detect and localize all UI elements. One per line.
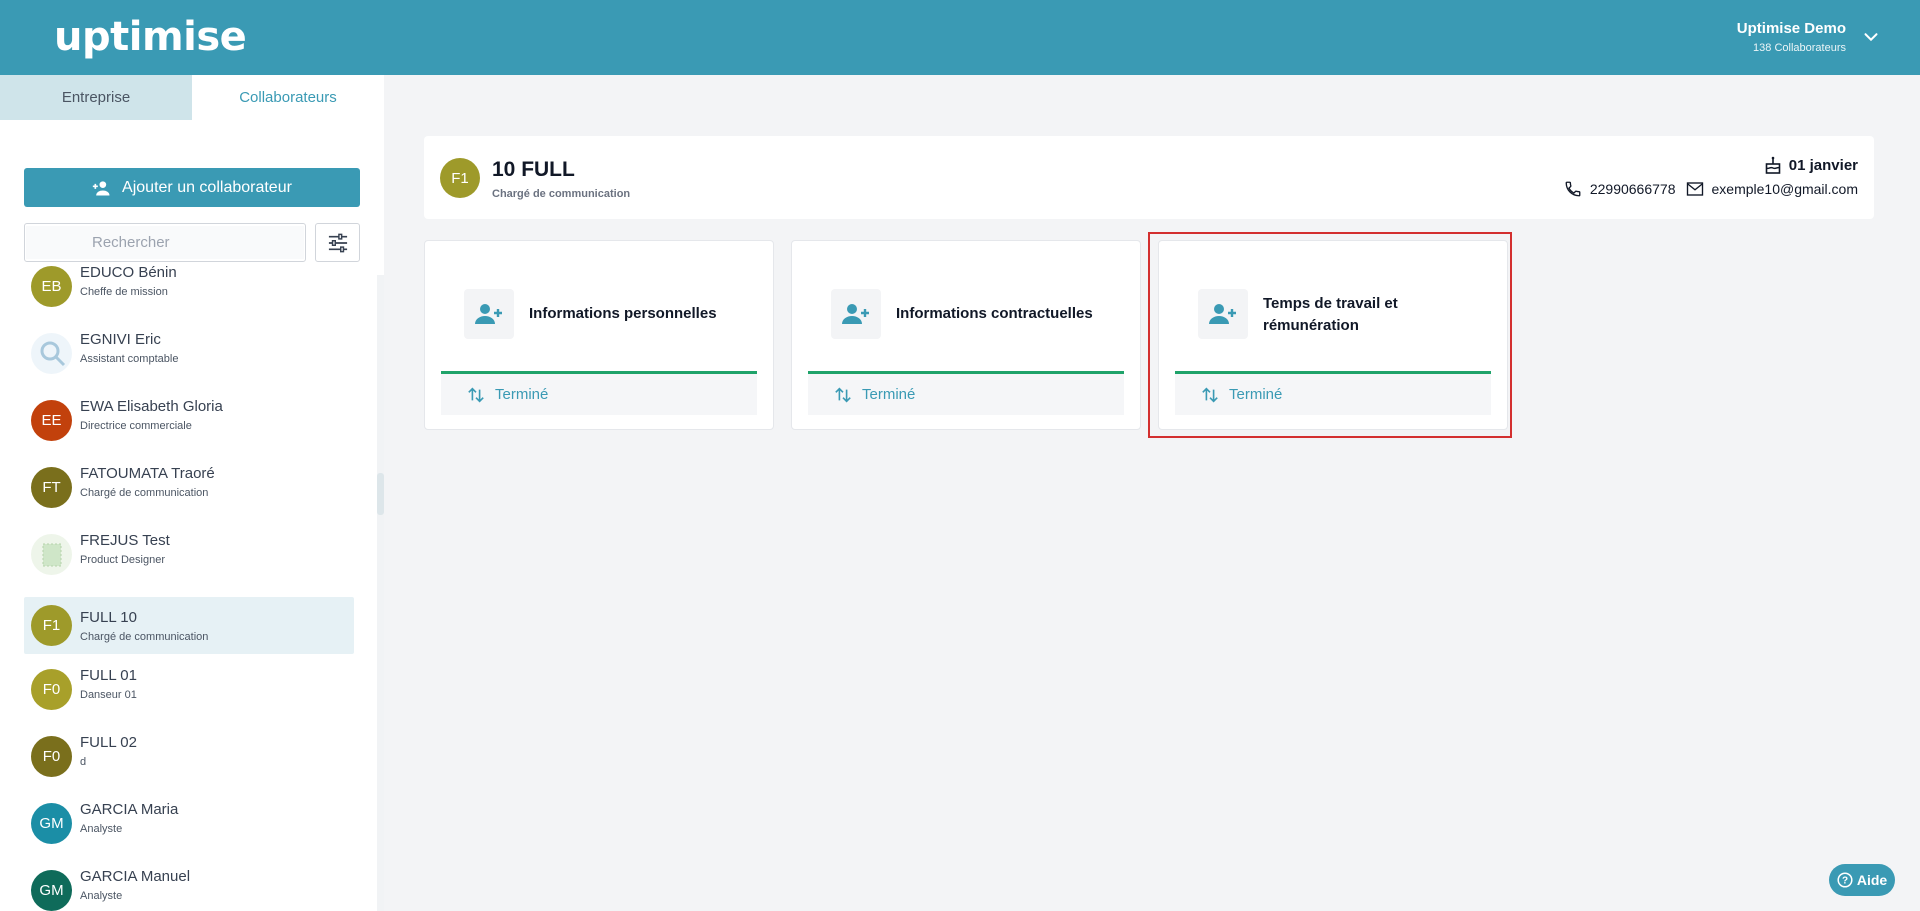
highlight-box (1148, 232, 1512, 438)
help-button[interactable]: ? Aide (1829, 864, 1895, 896)
collaborator-name: FULL 01 (80, 667, 137, 684)
search-box (24, 223, 306, 262)
phone-icon (1565, 181, 1581, 197)
list-item[interactable]: F0 FULL 02 d (24, 731, 354, 798)
contact-info: 22990666778 exemple10@gmail.com (1564, 180, 1858, 198)
help-label: Aide (1856, 872, 1888, 888)
account-switcher[interactable]: Uptimise Demo 138 Collaborateurs (1737, 20, 1846, 54)
status-label: Terminé (862, 386, 916, 403)
collaborator-name: GARCIA Maria (80, 801, 179, 818)
profile-name: 10 FULL (492, 158, 575, 181)
avatar: F1 (440, 158, 480, 198)
avatar (31, 333, 72, 374)
account-name: Uptimise Demo (1736, 20, 1846, 37)
collaborator-role: Directrice commerciale (80, 420, 192, 432)
sidebar-scrollbar-thumb[interactable] (377, 473, 384, 515)
card-title: Informations contractuelles (896, 305, 1093, 322)
sidebar-tabs: Entreprise Collaborateurs (0, 75, 384, 120)
collaborator-name: FREJUS Test (80, 532, 170, 549)
sort-arrows-icon (468, 387, 484, 402)
avatar: EE (31, 400, 72, 441)
avatar: F1 (31, 605, 72, 646)
list-item[interactable]: FT FATOUMATA Traoré Chargé de communicat… (24, 463, 354, 530)
card-status[interactable]: Terminé (441, 374, 757, 415)
add-user-icon (92, 180, 110, 195)
avatar-photo-icon (42, 543, 61, 566)
collaborator-role: Product Designer (80, 554, 165, 566)
collaborator-role: Analyste (80, 823, 123, 835)
search-input[interactable] (26, 226, 304, 259)
email-address: exemple10@gmail.com (1711, 181, 1859, 197)
account-collaborator-count: 138 Collaborateurs (1753, 42, 1846, 54)
tab-collaborateurs[interactable]: Collaborateurs (192, 75, 384, 120)
help-icon: ? (1837, 872, 1853, 888)
list-item[interactable]: F0 FULL 01 Danseur 01 (24, 664, 354, 731)
sidebar: Entreprise Collaborateurs Ajouter un col… (0, 75, 384, 911)
list-item[interactable]: GM GARCIA Manuel Analyste (24, 865, 354, 911)
app-logo[interactable]: uptimise (54, 14, 247, 60)
svg-text:?: ? (1842, 876, 1848, 887)
list-item[interactable]: EB EDUCO Bénin Cheffe de mission (24, 262, 354, 329)
card-status[interactable]: Terminé (808, 374, 1124, 415)
avatar: F0 (31, 736, 72, 777)
collaborator-name: EGNIVI Eric (80, 331, 161, 348)
avatar: GM (31, 803, 72, 844)
collaborator-role: Chargé de communication (80, 487, 209, 499)
birthday: 01 janvier (1765, 156, 1858, 174)
collaborator-role: Cheffe de mission (80, 286, 168, 298)
collaborator-name: FULL 10 (80, 609, 137, 626)
avatar (31, 534, 72, 575)
card-informations-contractuelles[interactable]: Informations contractuelles Terminé (791, 240, 1141, 430)
avatar: F0 (31, 669, 72, 710)
collaborator-role: d (80, 756, 87, 768)
phone-number: 22990666778 (1589, 181, 1676, 197)
list-item-selected[interactable]: F1 FULL 10 Chargé de communication (24, 597, 354, 654)
add-collaborator-label: Ajouter un collaborateur (122, 178, 292, 196)
add-user-icon (464, 289, 514, 339)
list-item[interactable]: EGNIVI Eric Assistant comptable (24, 329, 354, 396)
collaborator-name: EDUCO Bénin (80, 264, 177, 281)
birthday-date: 01 janvier (1788, 156, 1858, 174)
collaborator-name: FULL 02 (80, 734, 137, 751)
collaborator-list: EB EDUCO Bénin Cheffe de mission EGNIVI … (24, 264, 354, 911)
tab-entreprise[interactable]: Entreprise (0, 75, 192, 120)
status-label: Terminé (495, 386, 549, 403)
avatar: EB (31, 266, 72, 307)
profile-summary: F1 10 FULL Chargé de communication 01 ja… (424, 136, 1874, 219)
collaborator-role: Analyste (80, 890, 123, 902)
top-bar: uptimise Uptimise Demo 138 Collaborateur… (0, 0, 1920, 75)
avatar: GM (31, 870, 72, 911)
email: exemple10@gmail.com (1686, 181, 1859, 197)
collaborator-role: Assistant comptable (80, 353, 179, 365)
collaborator-name: FATOUMATA Traoré (80, 465, 215, 482)
collaborator-role: Chargé de communication (80, 631, 209, 643)
collaborator-name: EWA Elisabeth Gloria (80, 398, 223, 415)
card-informations-personnelles[interactable]: Informations personnelles Terminé (424, 240, 774, 430)
add-user-icon (831, 289, 881, 339)
sidebar-scrollbar[interactable] (377, 275, 384, 911)
mail-icon (1686, 182, 1703, 196)
card-title: Informations personnelles (529, 305, 717, 322)
phone: 22990666778 (1564, 180, 1676, 198)
list-item[interactable]: GM GARCIA Maria Analyste (24, 798, 354, 865)
sort-arrows-icon (835, 387, 851, 402)
cake-icon (1765, 156, 1781, 174)
list-item[interactable]: FREJUS Test Product Designer (24, 530, 354, 597)
collaborator-role: Danseur 01 (80, 689, 137, 701)
add-collaborator-button[interactable]: Ajouter un collaborateur (24, 168, 360, 207)
avatar-photo-icon (40, 341, 65, 366)
chevron-down-icon[interactable] (1860, 26, 1882, 48)
filter-button[interactable] (315, 223, 360, 262)
list-item[interactable]: EE EWA Elisabeth Gloria Directrice comme… (24, 396, 354, 463)
avatar: FT (31, 467, 72, 508)
profile-role: Chargé de communication (492, 188, 631, 200)
sliders-icon (328, 233, 347, 252)
collaborator-name: GARCIA Manuel (80, 868, 191, 885)
